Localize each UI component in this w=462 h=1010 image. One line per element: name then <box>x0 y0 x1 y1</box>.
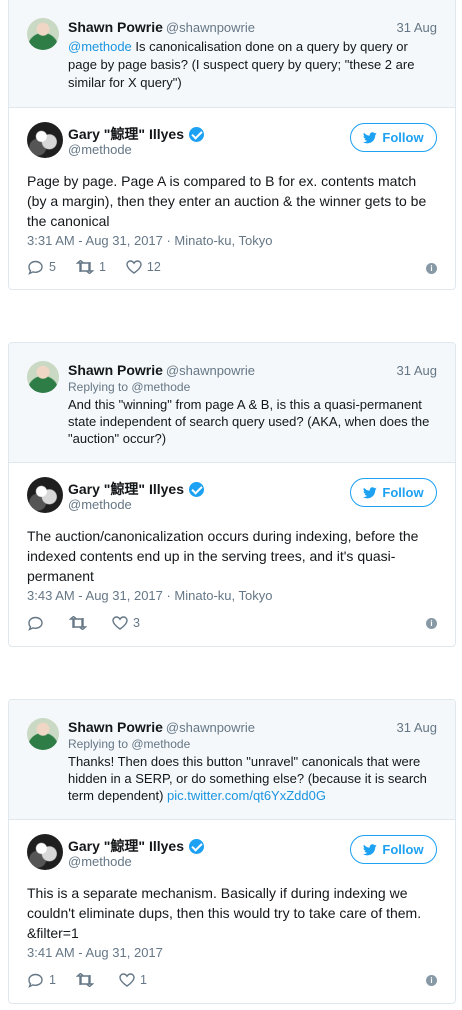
avatar[interactable] <box>27 477 63 513</box>
twitter-bird-icon <box>363 843 378 855</box>
avatar[interactable] <box>27 718 59 750</box>
tweet-timestamp[interactable]: 3:31 AM - Aug 31, 2017 · Minato-ku, Toky… <box>27 233 272 248</box>
author-name-row[interactable]: Gary "鯨理" Illyes <box>68 836 204 856</box>
author-name[interactable]: Gary "鯨理" Illyes <box>68 479 184 499</box>
author-handle[interactable]: @shawnpowrie <box>166 720 255 735</box>
tweet-text: Page by page. Page A is compared to B fo… <box>27 173 427 229</box>
replying-to-handle[interactable]: @methode <box>131 380 190 394</box>
follow-button[interactable]: Follow <box>350 478 437 507</box>
author-name-row[interactable]: Gary "鯨理" Illyes <box>68 124 204 144</box>
verified-badge-icon <box>189 838 204 854</box>
info-icon[interactable]: i <box>426 263 437 274</box>
heart-icon <box>119 973 135 987</box>
heart-icon <box>112 616 128 630</box>
tweet-embed-1: Shawn Powrie @shawnpowrie 31 Aug @methode… <box>8 0 456 290</box>
avatar[interactable] <box>27 18 59 50</box>
verified-badge-icon <box>189 126 204 142</box>
parent-tweet-text: Thanks! Then does this button "unravel" … <box>68 753 437 804</box>
parent-header: Shawn Powrie @shawnpowrie 31 Aug <box>68 19 437 37</box>
media-link[interactable]: pic.twitter.com/qt6YxZdd0G <box>167 788 326 803</box>
replying-to-handle[interactable]: @methode <box>131 737 190 751</box>
tweet-date[interactable]: 31 Aug <box>397 363 438 378</box>
author-name[interactable]: Gary "鯨理" Illyes <box>68 836 184 856</box>
follow-label: Follow <box>382 485 424 500</box>
tweet-date[interactable]: 31 Aug <box>397 20 438 35</box>
twitter-bird-icon <box>363 131 378 143</box>
author-handle[interactable]: @methode <box>68 142 132 157</box>
mention-link[interactable]: @methode <box>68 39 132 54</box>
retweet-count: 1 <box>98 260 106 274</box>
reply-count: 5 <box>49 260 56 274</box>
info-icon[interactable]: i <box>426 975 437 986</box>
avatar[interactable] <box>27 122 63 158</box>
twitter-bird-icon <box>363 486 378 498</box>
tweet-timestamp[interactable]: 3:41 AM - Aug 31, 2017 <box>27 945 163 960</box>
retweet-icon <box>75 260 94 274</box>
like-count: 1 <box>139 973 147 987</box>
replying-to: Replying to @methode <box>68 380 190 394</box>
reply-button[interactable] <box>27 616 49 631</box>
retweet-icon <box>75 973 94 987</box>
like-button[interactable]: 12 <box>126 260 161 274</box>
like-button[interactable]: 1 <box>119 973 147 987</box>
tweet-text: The auction/canonicalization occurs duri… <box>27 528 419 584</box>
retweet-button[interactable]: 1 <box>75 260 106 274</box>
info-icon[interactable]: i <box>426 618 437 629</box>
follow-label: Follow <box>382 130 424 145</box>
author-name[interactable]: Shawn Powrie <box>68 19 163 35</box>
author-name[interactable]: Gary "鯨理" Illyes <box>68 124 184 144</box>
tweet-timestamp[interactable]: 3:43 AM - Aug 31, 2017 · Minato-ku, Toky… <box>27 588 272 603</box>
reply-count: 1 <box>49 973 56 987</box>
like-count: 3 <box>133 616 140 630</box>
reply-button[interactable]: 1 <box>27 973 56 988</box>
author-handle[interactable]: @methode <box>68 854 132 869</box>
retweet-icon <box>69 616 87 630</box>
tweet-embed-3: Shawn Powrie @shawnpowrie 31 Aug Replying… <box>8 699 456 1004</box>
author-name[interactable]: Shawn Powrie <box>68 362 163 378</box>
reply-icon <box>28 973 43 988</box>
author-handle[interactable]: @shawnpowrie <box>166 363 255 378</box>
parent-tweet[interactable]: Shawn Powrie @shawnpowrie 31 Aug @methode… <box>9 0 455 108</box>
parent-tweet[interactable]: Shawn Powrie @shawnpowrie 31 Aug Replying… <box>9 700 455 820</box>
author-handle[interactable]: @shawnpowrie <box>166 20 255 35</box>
parent-tweet-text: @methode Is canonicalisation done on a q… <box>68 38 437 92</box>
tweet-actions: 3 <box>27 614 160 632</box>
like-button[interactable]: 3 <box>112 616 140 630</box>
follow-button[interactable]: Follow <box>350 835 437 864</box>
author-name-row[interactable]: Gary "鯨理" Illyes <box>68 479 204 499</box>
reply-icon <box>28 616 43 631</box>
replying-to: Replying to @methode <box>68 737 190 751</box>
author-handle[interactable]: @methode <box>68 497 132 512</box>
follow-button[interactable]: Follow <box>350 123 437 152</box>
tweet-actions: 5 1 12 <box>27 258 181 276</box>
verified-badge-icon <box>189 481 204 497</box>
parent-header: Shawn Powrie @shawnpowrie 31 Aug <box>68 719 437 737</box>
replying-to-label: Replying to <box>68 737 132 751</box>
avatar[interactable] <box>27 361 59 393</box>
tweet-text: This is a separate mechanism. Basically … <box>27 885 422 941</box>
tweet-actions: 1 1 <box>27 971 167 989</box>
parent-tweet-text: And this "winning" from page A & B, is t… <box>68 397 430 446</box>
author-name[interactable]: Shawn Powrie <box>68 719 163 735</box>
heart-icon <box>126 260 142 274</box>
reply-icon <box>28 260 43 275</box>
retweet-button[interactable] <box>69 616 92 630</box>
like-count: 12 <box>146 260 161 274</box>
parent-tweet[interactable]: Shawn Powrie @shawnpowrie 31 Aug Replying… <box>9 343 455 463</box>
tweet-embed-2: Shawn Powrie @shawnpowrie 31 Aug Replying… <box>8 342 456 647</box>
replying-to-label: Replying to <box>68 380 132 394</box>
retweet-button[interactable] <box>75 973 99 987</box>
tweet-date[interactable]: 31 Aug <box>397 720 438 735</box>
reply-button[interactable]: 5 <box>27 260 56 275</box>
parent-header: Shawn Powrie @shawnpowrie 31 Aug <box>68 362 437 380</box>
avatar[interactable] <box>27 834 63 870</box>
follow-label: Follow <box>382 842 424 857</box>
